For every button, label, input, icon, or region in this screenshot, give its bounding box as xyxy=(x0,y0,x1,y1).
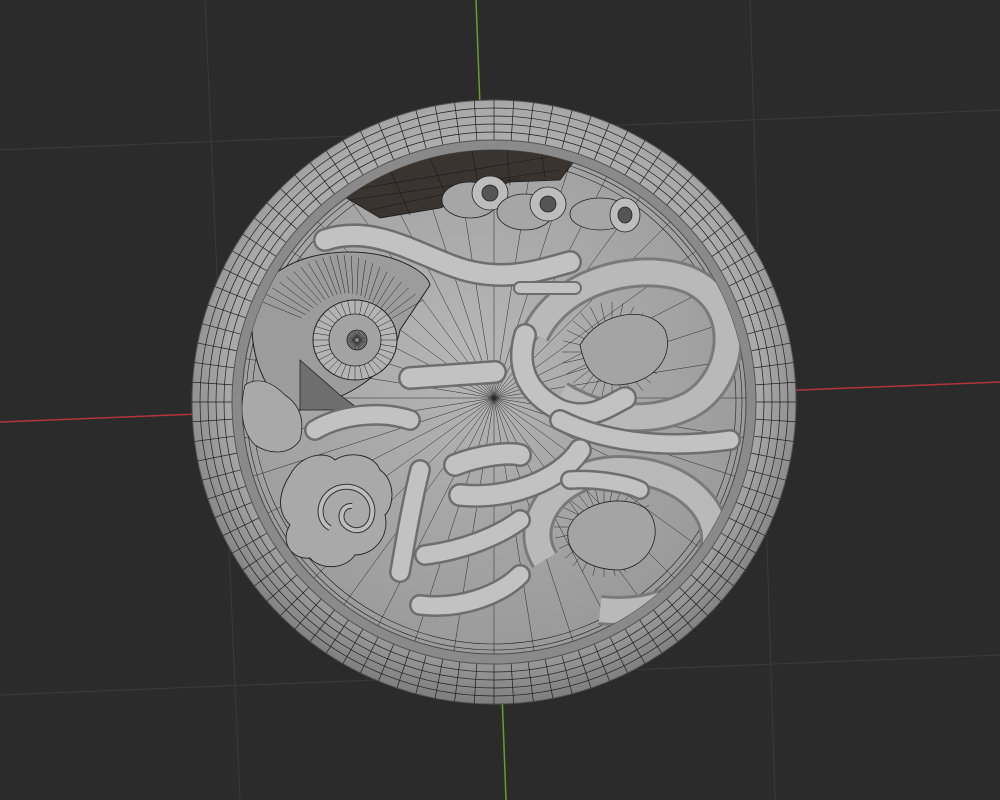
viewport-canvas[interactable] xyxy=(0,0,1000,800)
medallion-mesh[interactable] xyxy=(191,99,797,705)
3d-viewport[interactable] xyxy=(0,0,1000,800)
